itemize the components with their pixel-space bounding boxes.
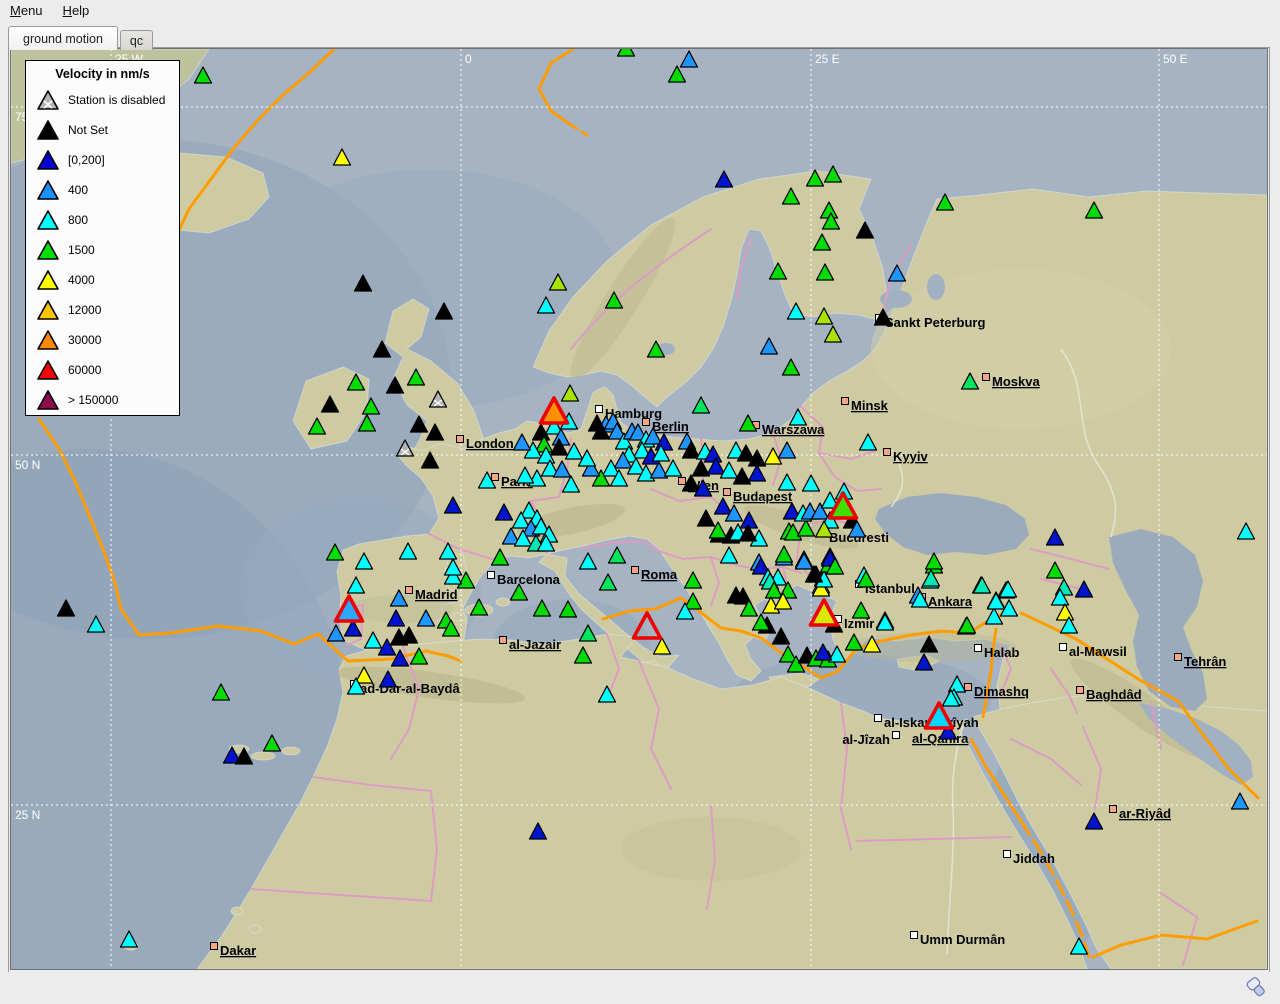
legend-item: 800 xyxy=(26,205,179,235)
city-label: Roma xyxy=(641,567,678,582)
city-label: Ankara xyxy=(928,594,973,609)
city-marker[interactable] xyxy=(643,419,650,426)
city-marker[interactable] xyxy=(975,645,982,652)
station-triangle-icon xyxy=(36,179,60,201)
connection-status-icon xyxy=(1246,976,1268,1000)
legend-item-label: 4000 xyxy=(68,273,95,287)
legend-item-label: > 150000 xyxy=(68,393,118,407)
map-view[interactable]: 25 W025 E50 E75 N50 N25 N LondonParisHam… xyxy=(10,48,1268,970)
city-label: Tehrân xyxy=(1184,654,1226,669)
legend-item: 30000 xyxy=(26,325,179,355)
city-label: al-Jazair xyxy=(509,637,561,652)
legend-item-label: 400 xyxy=(68,183,88,197)
legend-item: 12000 xyxy=(26,295,179,325)
city-label: Berlin xyxy=(652,419,689,434)
city-marker[interactable] xyxy=(1110,806,1117,813)
city-label: Minsk xyxy=(851,398,889,413)
city-marker[interactable] xyxy=(1077,687,1084,694)
city-label: Moskva xyxy=(992,374,1040,389)
city-label: al-Mawsil xyxy=(1069,644,1127,659)
city-label: Kyyiv xyxy=(893,449,928,464)
city-label: Dimashq xyxy=(974,684,1029,699)
legend-title: Velocity in nm/s xyxy=(26,61,179,85)
legend-item: [0,200] xyxy=(26,145,179,175)
city-label: Budapest xyxy=(733,489,793,504)
city-marker[interactable] xyxy=(983,374,990,381)
grid-label: 25 E xyxy=(815,52,840,66)
city-label: Jiddah xyxy=(1013,851,1055,866)
legend-item: 4000 xyxy=(26,265,179,295)
legend-item-label: 800 xyxy=(68,213,88,227)
city-marker[interactable] xyxy=(1004,851,1011,858)
disabled-station-icon xyxy=(36,89,60,111)
tab-qc[interactable]: qc xyxy=(120,30,153,50)
city-marker[interactable] xyxy=(457,436,464,443)
legend-item-label: 60000 xyxy=(68,363,101,377)
city-marker[interactable] xyxy=(492,474,499,481)
legend-item: 400 xyxy=(26,175,179,205)
city-label: London xyxy=(466,436,514,451)
city-marker[interactable] xyxy=(875,715,882,722)
city-marker[interactable] xyxy=(1175,654,1182,661)
city-marker[interactable] xyxy=(1060,644,1067,651)
city-marker[interactable] xyxy=(406,587,413,594)
city-marker[interactable] xyxy=(842,398,849,405)
station-triangle-icon xyxy=(36,209,60,231)
menu-bar: MenuHelp xyxy=(0,0,1280,24)
grid-label: 0 xyxy=(465,52,472,66)
grid-label: 50 E xyxy=(1163,52,1188,66)
tab-ground-motion[interactable]: ground motion xyxy=(8,26,118,50)
legend-item-label: 12000 xyxy=(68,303,101,317)
legend-item: 1500 xyxy=(26,235,179,265)
city-label: ad-Dar-al-Baydâ xyxy=(360,681,460,696)
city-marker[interactable] xyxy=(724,489,731,496)
city-marker[interactable] xyxy=(500,637,507,644)
city-label: al-Jîzah xyxy=(842,732,890,747)
station-triangle-icon xyxy=(36,299,60,321)
city-label: ar-Riyâd xyxy=(1119,806,1171,821)
legend-item: 60000 xyxy=(26,355,179,385)
station-triangle-icon xyxy=(36,239,60,261)
city-label: Sankt Peterburg xyxy=(885,315,985,330)
city-marker[interactable] xyxy=(211,943,218,950)
map-canvas[interactable]: 25 W025 E50 E75 N50 N25 N LondonParisHam… xyxy=(11,49,1267,969)
city-marker[interactable] xyxy=(884,449,891,456)
city-marker[interactable] xyxy=(632,567,639,574)
city-label: Umm Durmân xyxy=(920,932,1005,947)
city-marker[interactable] xyxy=(911,932,918,939)
city-marker[interactable] xyxy=(965,684,972,691)
city-label: Dakar xyxy=(220,943,256,958)
station-triangle-icon xyxy=(36,359,60,381)
city-marker[interactable] xyxy=(679,478,686,485)
station-triangle-icon xyxy=(36,389,60,411)
legend-item: Station is disabled xyxy=(26,85,179,115)
station-triangle-icon xyxy=(36,119,60,141)
legend-item-label: [0,200] xyxy=(68,153,105,167)
city-marker[interactable] xyxy=(893,732,900,739)
app-window: MenuHelp ground motionqc xyxy=(0,0,1280,1004)
city-marker[interactable] xyxy=(596,406,603,413)
menu-item-menu[interactable]: Menu xyxy=(0,0,53,22)
legend-item-label: Station is disabled xyxy=(68,93,165,107)
tab-bar: ground motionqc xyxy=(8,26,155,48)
city-label: Barcelona xyxy=(497,572,561,587)
legend-item: > 150000 xyxy=(26,385,179,415)
station-triangle-icon xyxy=(36,329,60,351)
legend-item-label: Not Set xyxy=(68,123,108,137)
station-triangle-icon xyxy=(36,149,60,171)
station-marker[interactable] xyxy=(618,49,635,56)
grid-label: 25 N xyxy=(15,808,40,822)
legend-item: Not Set xyxy=(26,115,179,145)
city-label: Baghdâd xyxy=(1086,687,1142,702)
station-triangle-icon xyxy=(36,269,60,291)
legend-box: Velocity in nm/s Station is disabled Not … xyxy=(25,60,180,416)
legend-item-label: 30000 xyxy=(68,333,101,347)
grid-label: 50 N xyxy=(15,458,40,472)
city-label: Halab xyxy=(984,645,1019,660)
city-marker[interactable] xyxy=(488,572,495,579)
menu-item-help[interactable]: Help xyxy=(53,0,100,22)
city-label: Madrid xyxy=(415,587,458,602)
legend-item-label: 1500 xyxy=(68,243,95,257)
status-bar xyxy=(0,972,1280,1004)
